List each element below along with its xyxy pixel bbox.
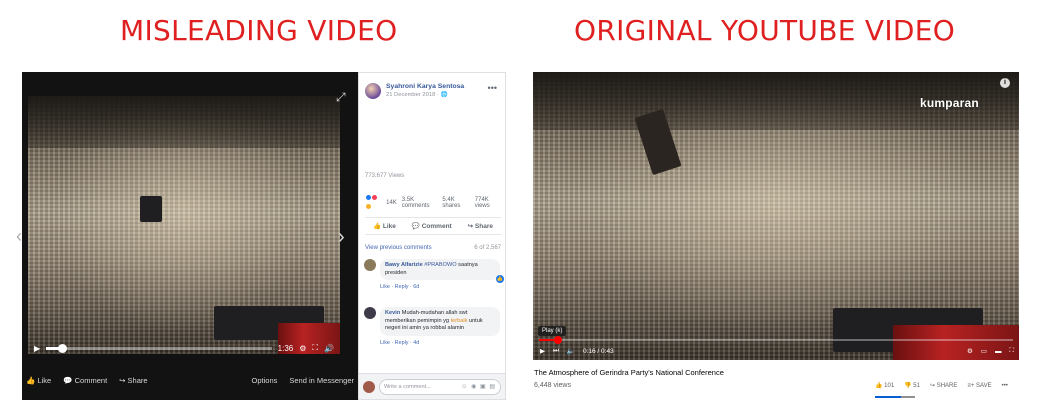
commenter-name[interactable]: Kevin [385, 310, 400, 316]
wow-reaction-icon [365, 203, 372, 210]
reaction-icons[interactable] [365, 194, 378, 212]
comments-count[interactable]: 3.5K comments [402, 197, 438, 209]
miniplayer-icon[interactable]: ▭ [981, 347, 987, 355]
fullscreen-icon[interactable]: ⛶ [312, 343, 318, 353]
fb-comment-video-button[interactable]: 💬 Comment [63, 376, 107, 385]
theater-icon[interactable]: ▬ [995, 348, 1002, 355]
comments-pager: 6 of 2,567 [474, 245, 501, 251]
share-label: Share [127, 375, 148, 385]
view-previous-comments-link[interactable]: View previous comments [365, 245, 432, 251]
left-player-controls: ▶ 1:36 ⚙ ⛶ 🔊 [28, 338, 340, 358]
comment-item: Bawy Alfarizie #PRABOWO saatnya presiden… [364, 259, 504, 290]
my-avatar [363, 380, 375, 393]
comment-bubble: Kevin Mudah-mudahan allah swt memberikan… [380, 307, 500, 336]
video-views: 6,448 views [534, 382, 571, 389]
like-button[interactable]: 👍 101 [875, 382, 894, 389]
left-time: 1:36 [277, 343, 294, 353]
view-count: 773,677 Views [365, 173, 405, 179]
comment-item: Kevin Mudah-mudahan allah swt memberikan… [364, 307, 502, 346]
comment-meta[interactable]: Like · Reply · 6d [380, 284, 500, 290]
post-stats: 14K 3.5K comments 5.4K shares 774K views [365, 194, 501, 212]
share-button[interactable]: ↪ SHARE [930, 382, 957, 389]
settings-icon[interactable]: ⚙ [299, 344, 306, 353]
reactions-count[interactable]: 14K [386, 200, 397, 206]
video-actions: 👍 101 👎 51 ↪ SHARE ≡+ SAVE ••• [875, 382, 1008, 390]
post-actions: 👍 Like 💬 Comment ↪ Share [365, 217, 501, 235]
comment-button[interactable]: 💬 Comment [412, 222, 452, 230]
comment-meta[interactable]: Like · Reply · 4d [380, 340, 500, 346]
play-tooltip: Play (k) [538, 326, 567, 336]
options-button[interactable]: Options [252, 376, 278, 385]
post-date[interactable]: 21 December 2018 · 🌐 [386, 92, 464, 98]
settings-icon[interactable]: ⚙ [967, 347, 973, 355]
commenter-avatar[interactable] [364, 259, 376, 271]
fb-share-video-button[interactable]: ↪ Share [119, 376, 147, 385]
love-reaction-icon [370, 194, 378, 201]
play-icon[interactable]: ▶ [34, 344, 40, 353]
commenter-avatar[interactable] [364, 307, 376, 319]
prev-arrow-icon[interactable]: ‹ [16, 226, 22, 247]
like-button[interactable]: 👍 Like [373, 222, 396, 230]
youtube-progress-knob[interactable] [553, 336, 562, 344]
globe-icon: 🌐 [440, 92, 448, 98]
misleading-heading: MISLEADING VIDEO [120, 14, 398, 47]
youtube-controls: ▶ ⏭ 🔈 0:16 / 0:43 ⚙ ▭ ▬ ⛶ [540, 345, 1014, 357]
left-progress-bar[interactable] [46, 343, 272, 353]
views-count: 774K views [474, 197, 490, 209]
author-name[interactable]: Syahroni Karya Sentosa [386, 83, 464, 90]
fullscreen-icon[interactable]: ⛶ [1009, 347, 1014, 355]
comment-bubble: Bawy Alfarizie #PRABOWO saatnya presiden… [380, 259, 504, 283]
save-button[interactable]: ≡+ SAVE [967, 383, 991, 389]
post-header: Syahroni Karya Sentosa 21 December 2018 … [365, 83, 501, 99]
commenter-name[interactable]: Bawy Alfarizie [385, 262, 423, 268]
info-icon[interactable]: i [1000, 78, 1010, 88]
expand-icon[interactable]: ⤢ [336, 90, 346, 105]
sentiment-fill [875, 396, 902, 398]
next-arrow-icon[interactable]: › [338, 226, 345, 249]
hashtag-link[interactable]: #PRABOWO [424, 262, 456, 268]
left-player-actions: 👍 Like 💬 Comment ↪ Share Options Send in… [22, 372, 358, 388]
like-label: Like [37, 375, 52, 385]
sentiment-bar [875, 396, 915, 398]
more-icon[interactable]: ••• [1002, 383, 1008, 389]
play-icon[interactable]: ▶ [540, 347, 545, 355]
facebook-post-panel: Syahroni Karya Sentosa 21 December 2018 … [358, 72, 506, 400]
share-button[interactable]: ↪ Share [468, 222, 493, 230]
shares-count[interactable]: 5.4K shares [442, 197, 469, 209]
youtube-time: 0:16 / 0:43 [582, 347, 614, 355]
kumparan-logo: kumparan [920, 96, 979, 110]
camera-rig [140, 196, 162, 222]
composer-icons[interactable]: ☺ ◉ ▣ ▤ [461, 383, 496, 390]
volume-icon[interactable]: 🔊 [324, 344, 334, 353]
comment-like-icon[interactable]: 👍 [496, 275, 504, 283]
comment-label: Comment [74, 375, 108, 385]
right-video-frame[interactable] [533, 72, 1019, 360]
comment-input[interactable]: Write a comment... ☺ ◉ ▣ ▤ [379, 378, 501, 395]
send-messenger-button[interactable]: Send in Messenger [289, 376, 354, 385]
comment-composer: Write a comment... ☺ ◉ ▣ ▤ [359, 373, 505, 399]
more-options-icon[interactable]: ••• [488, 83, 497, 93]
fb-like-video-button[interactable]: 👍 Like [26, 376, 51, 385]
stage-lights [28, 96, 340, 148]
video-title: The Atmosphere of Gerindra Party's Natio… [534, 368, 724, 377]
left-progress-knob[interactable] [57, 343, 67, 353]
dislike-button[interactable]: 👎 51 [904, 382, 920, 389]
volume-icon[interactable]: 🔈 [567, 347, 575, 355]
author-avatar[interactable] [365, 83, 381, 99]
comment-highlight: terbaik [450, 317, 468, 324]
youtube-progress-bar[interactable] [539, 336, 1013, 344]
next-icon[interactable]: ⏭ [553, 347, 559, 355]
left-video-frame[interactable] [28, 96, 340, 354]
original-heading: ORIGINAL YOUTUBE VIDEO [574, 14, 956, 47]
previous-comments-row: View previous comments 6 of 2,567 [365, 245, 501, 251]
